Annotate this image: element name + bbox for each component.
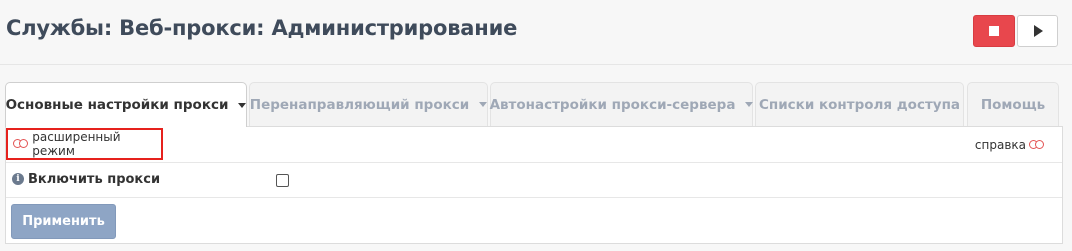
info-icon[interactable]: i bbox=[12, 173, 24, 185]
toggle-off-icon bbox=[13, 139, 29, 149]
chevron-down-icon bbox=[745, 102, 754, 107]
toggle-off-icon bbox=[1029, 140, 1046, 150]
tab-help[interactable]: Помощь bbox=[967, 82, 1059, 126]
page-header: Службы: Веб-прокси: Администрирование bbox=[0, 0, 1072, 65]
tab-forward-proxy[interactable]: Перенаправляющий прокси bbox=[249, 82, 488, 126]
tab-label: Автонастройки прокси-сервера bbox=[489, 96, 736, 113]
settings-panel: расширенный режим справка i Включить про… bbox=[5, 126, 1063, 244]
help-label: справка bbox=[974, 138, 1026, 152]
tab-access-control-lists[interactable]: Списки контроля доступа bbox=[755, 82, 964, 126]
tab-label: Перенаправляющий прокси bbox=[249, 96, 470, 113]
tab-label: Основные настройки прокси bbox=[5, 97, 229, 113]
tab-bar: Основные настройки прокси Перенаправляющ… bbox=[5, 82, 1065, 127]
page-title: Службы: Веб-прокси: Администрирование bbox=[6, 16, 518, 40]
advanced-mode-label: расширенный режим bbox=[32, 130, 121, 158]
enable-proxy-row: i Включить прокси bbox=[6, 163, 1062, 198]
help-toggle[interactable]: справка bbox=[975, 138, 1046, 152]
tab-label: Списки контроля доступа bbox=[758, 96, 961, 113]
advanced-mode-toggle[interactable]: расширенный режим bbox=[6, 128, 163, 160]
start-service-button[interactable] bbox=[1017, 15, 1058, 47]
advanced-mode-row: расширенный режим справка bbox=[6, 127, 1062, 163]
enable-proxy-checkbox[interactable] bbox=[276, 174, 289, 187]
chevron-down-icon bbox=[238, 102, 247, 108]
apply-button[interactable]: Применить bbox=[11, 204, 116, 239]
stop-icon bbox=[989, 26, 999, 36]
chevron-down-icon bbox=[479, 102, 488, 107]
tab-proxy-auto-config[interactable]: Автонастройки прокси-сервера bbox=[489, 82, 754, 126]
tab-general-proxy-settings[interactable]: Основные настройки прокси bbox=[5, 82, 247, 127]
tab-label: Помощь bbox=[980, 96, 1046, 113]
enable-proxy-label: Включить прокси bbox=[28, 172, 161, 187]
play-icon bbox=[1034, 25, 1043, 37]
stop-service-button[interactable] bbox=[973, 15, 1015, 47]
